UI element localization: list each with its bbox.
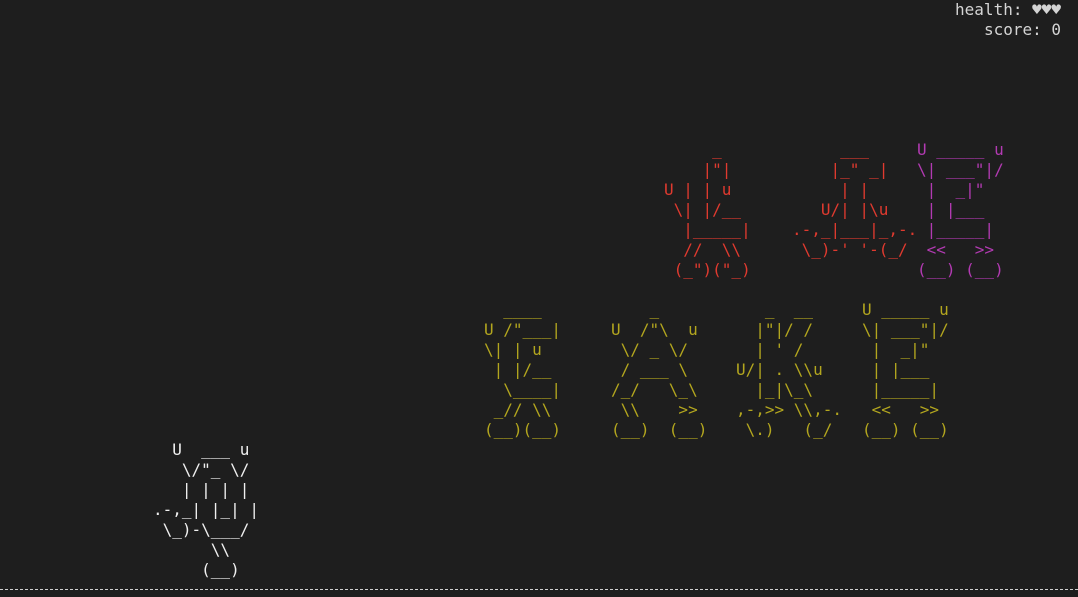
letter-sprite-s: ____ U /"___| \| | u | |/__ \____| _// \… (484, 300, 562, 439)
score-display: score: 0 (983, 20, 1061, 39)
game-screen: health: ♥♥♥ score: 0 _ |"| U | | u \| |/… (0, 0, 1078, 597)
health-display: health: ♥♥♥ (955, 0, 1061, 19)
ground-line (0, 589, 1078, 590)
player-sprite: U ___ u \/"_ \/ | | | | .-,_| |_| | \_)-… (153, 440, 259, 579)
letter-sprite-e-purple: U _____ u \| ___"|/ | _|" | |___ |_____|… (917, 140, 1004, 279)
letter-sprite-e-olive: U _____ u \| ___"|/ | _|" | |___ |_____|… (862, 300, 949, 439)
letter-sprite-a: ___ |_" _| | | U/| |\u .-,_|___|_,-. \_)… (792, 140, 918, 259)
letter-sprite-l: _ |"| U | | u \| |/__ |_____| // \\ (_")… (664, 140, 751, 279)
letter-sprite-k: _ __ |"|/ / | ' / U/| . \\u |_|\_\ ,-,>>… (736, 300, 842, 439)
letter-sprite-a-olive: _ U /"\ u \/ _ \/ / ___ \ /_/ \_\ \\ >> … (611, 300, 708, 439)
